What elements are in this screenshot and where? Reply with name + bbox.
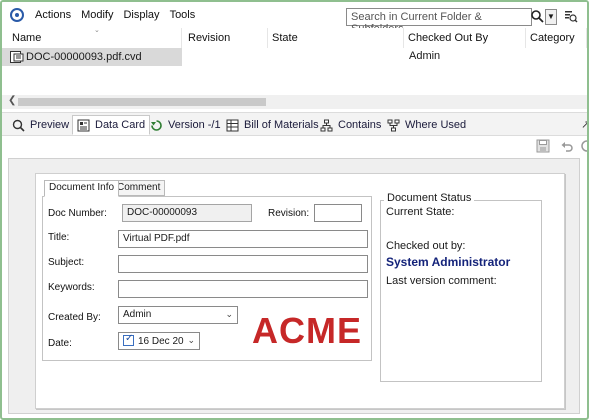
tab-where-used[interactable]: Where Used bbox=[383, 115, 470, 135]
menu-tools[interactable]: Tools bbox=[165, 9, 201, 21]
pdf-file-icon bbox=[10, 51, 24, 63]
doc-number-field: DOC-00000093 bbox=[122, 204, 252, 222]
where-used-icon bbox=[387, 119, 400, 131]
tab-where-used-label: Where Used bbox=[405, 119, 467, 131]
document-status-legend: Document Status bbox=[384, 192, 475, 204]
subject-field[interactable] bbox=[118, 255, 368, 273]
checked-out-label: Checked out by: bbox=[386, 240, 466, 252]
menu-display[interactable]: Display bbox=[118, 9, 164, 21]
created-by-label: Created By: bbox=[48, 312, 101, 323]
scroll-left-icon[interactable]: ❮ bbox=[8, 95, 16, 106]
expand-icon[interactable]: ↗ bbox=[581, 118, 587, 131]
column-header-checked-out-by[interactable]: Checked Out By bbox=[404, 28, 526, 48]
date-value: 16 Dec 20 bbox=[138, 336, 184, 347]
acme-logo: ACME bbox=[252, 310, 362, 351]
bill-of-materials-icon bbox=[226, 119, 239, 131]
doc-number-label: Doc Number: bbox=[48, 208, 107, 219]
created-by-select[interactable]: Admin ⌄ bbox=[118, 306, 238, 324]
current-state-label: Current State: bbox=[386, 206, 455, 218]
data-card-toolbar bbox=[2, 136, 587, 156]
scrollbar-thumb[interactable] bbox=[18, 98, 266, 106]
menu-actions[interactable]: Actions bbox=[30, 9, 76, 21]
tab-bill-of-materials-label: Bill of Materials bbox=[244, 119, 319, 131]
tab-document-info[interactable]: Document Info bbox=[44, 180, 120, 197]
tab-contains[interactable]: Contains bbox=[316, 115, 385, 135]
date-label: Date: bbox=[48, 338, 72, 349]
checked-out-user: System Administrator bbox=[386, 255, 511, 269]
table-row[interactable]: DOC-00000093.pdf.cvd bbox=[2, 48, 182, 66]
column-header-state[interactable]: State bbox=[268, 28, 404, 48]
search-options-dropdown[interactable]: ▼ bbox=[545, 9, 557, 25]
contains-icon bbox=[320, 119, 333, 131]
chevron-down-icon: ⌄ bbox=[187, 335, 195, 345]
revision-field[interactable] bbox=[314, 204, 362, 222]
file-list: Name ⌄ Revision State Checked Out By Cat… bbox=[2, 27, 587, 110]
subject-label: Subject: bbox=[48, 257, 85, 268]
title-label: Title: bbox=[48, 232, 70, 243]
tab-data-card[interactable]: Data Card bbox=[72, 115, 151, 135]
data-card: Document Info Comment Doc Number: DOC-00… bbox=[35, 173, 565, 409]
tab-preview[interactable]: Preview bbox=[8, 115, 73, 135]
column-header-revision[interactable]: Revision bbox=[184, 28, 268, 48]
vault-app-icon[interactable] bbox=[10, 8, 24, 22]
sort-indicator-icon: ⌄ bbox=[94, 27, 100, 34]
data-card-area: Document Info Comment Doc Number: DOC-00… bbox=[8, 158, 580, 414]
search-icon[interactable] bbox=[530, 9, 544, 23]
menu-modify[interactable]: Modify bbox=[76, 9, 118, 21]
data-card-icon bbox=[77, 119, 90, 131]
tab-data-card-label: Data Card bbox=[95, 119, 146, 131]
save-icon[interactable] bbox=[536, 139, 550, 153]
tab-preview-label: Preview bbox=[30, 119, 70, 131]
chevron-down-icon: ⌄ bbox=[225, 309, 233, 319]
undo-icon[interactable] bbox=[560, 139, 574, 153]
app-window: Actions Modify Display Tools Search in C… bbox=[0, 0, 589, 420]
date-picker[interactable]: 16 Dec 20 ⌄ bbox=[118, 332, 200, 350]
document-status-group bbox=[380, 200, 542, 382]
search-input[interactable]: Search in Current Folder & Subfolders bbox=[346, 8, 532, 35]
horizontal-scrollbar[interactable]: ❮ bbox=[2, 95, 587, 109]
title-field[interactable]: Virtual PDF.pdf bbox=[118, 230, 368, 248]
file-name: DOC-00000093.pdf.cvd bbox=[26, 51, 142, 63]
refresh-icon[interactable] bbox=[580, 139, 589, 153]
tab-contains-label: Contains bbox=[338, 119, 382, 131]
tab-bill-of-materials[interactable]: Bill of Materials bbox=[222, 115, 323, 135]
tab-comment[interactable]: Comment bbox=[112, 180, 166, 196]
revision-label: Revision: bbox=[268, 208, 310, 219]
column-header-category[interactable]: Category bbox=[526, 28, 587, 48]
tab-version[interactable]: Version -/1 bbox=[146, 115, 225, 135]
keywords-label: Keywords: bbox=[48, 282, 95, 293]
tab-version-label: Version -/1 bbox=[168, 119, 221, 131]
tab-strip: Preview Data Card Version -/1 Bill of Ma… bbox=[2, 112, 587, 136]
last-version-comment-label: Last version comment: bbox=[386, 275, 497, 287]
find-icon[interactable] bbox=[564, 9, 578, 23]
keywords-field[interactable] bbox=[118, 280, 368, 298]
checked-out-by-cell: Admin bbox=[409, 50, 441, 62]
preview-icon bbox=[12, 119, 25, 132]
date-checkbox[interactable] bbox=[123, 333, 134, 346]
created-by-value: Admin bbox=[123, 309, 152, 320]
version-icon bbox=[151, 119, 162, 131]
